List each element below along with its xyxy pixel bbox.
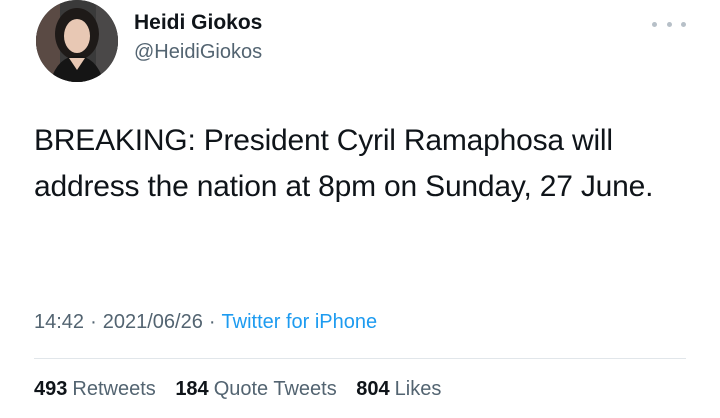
tweet-meta: 14:42 · 2021/06/26 · Twitter for iPhone (34, 311, 377, 334)
author-avatar[interactable] (36, 0, 118, 82)
more-options-button[interactable] (652, 14, 686, 34)
retweets-label: Retweets (72, 378, 156, 400)
more-dot (666, 21, 672, 27)
likes-stat[interactable]: 804 Likes (356, 378, 441, 401)
author-name[interactable]: Heidi Giokos (134, 11, 262, 35)
tweet-time[interactable]: 14:42 (34, 311, 84, 333)
quote-tweets-stat[interactable]: 184 Quote Tweets (175, 378, 336, 401)
divider (34, 358, 686, 359)
meta-separator: · (90, 311, 97, 333)
tweet-text: BREAKING: President Cyril Ramaphosa will… (34, 124, 654, 203)
profile-photo-icon (36, 0, 118, 82)
author-handle[interactable]: @HeidiGiokos (134, 41, 262, 64)
retweets-count: 493 (34, 378, 68, 400)
likes-count: 804 (356, 378, 390, 400)
likes-label: Likes (394, 378, 442, 400)
tweet-card: Heidi Giokos @HeidiGiokos BREAKING: Pres… (0, 0, 720, 418)
tweet-source-link[interactable]: Twitter for iPhone (222, 311, 378, 333)
quote-tweets-label: Quote Tweets (213, 378, 337, 400)
more-dot (681, 21, 686, 27)
meta-separator: · (208, 311, 216, 333)
quote-tweets-count: 184 (175, 378, 209, 400)
tweet-date[interactable]: 2021/06/26 (103, 311, 203, 333)
retweets-stat[interactable]: 493 Retweets (34, 378, 156, 401)
tweet-stats: 493 Retweets 184 Quote Tweets 804 Likes (34, 378, 455, 401)
more-horizontal-icon (652, 21, 657, 27)
